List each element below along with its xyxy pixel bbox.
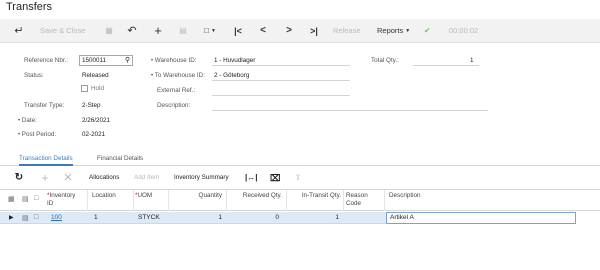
save-icon[interactable]: ▦ <box>103 19 115 43</box>
inventory-summary-button[interactable]: Inventory Summary <box>174 170 229 186</box>
column-header-received-qty[interactable]: Received Qty. <box>228 192 282 200</box>
received-qty-cell[interactable]: 0 <box>228 214 279 221</box>
back-icon[interactable]: ↵ <box>12 19 26 43</box>
reference-nbr-label: Reference Nbr.: <box>24 57 69 64</box>
column-divider <box>133 190 134 211</box>
uom-cell[interactable]: STYCK <box>138 214 160 221</box>
delete-row-icon[interactable]: ✕ <box>62 170 74 186</box>
to-warehouse-id-value: 2 - Göteborg <box>214 72 250 79</box>
external-ref-label: External Ref.: <box>157 87 196 94</box>
to-warehouse-id-label: To Warehouse ID: <box>151 72 205 79</box>
column-divider <box>168 190 169 211</box>
check-circle-icon: ✔ <box>424 26 431 35</box>
description-label: Description: <box>157 102 191 109</box>
reference-nbr-input[interactable]: 1500011 ⚲ <box>79 55 133 66</box>
reference-nbr-value: 1500011 <box>82 57 107 64</box>
column-divider <box>343 190 344 211</box>
warehouse-id-label: Warehouse ID: <box>151 57 197 64</box>
last-record-icon[interactable]: >| <box>308 19 320 43</box>
upload-icon[interactable]: ⇧ <box>293 170 303 186</box>
copy-paste-icon[interactable]: □ ▼ <box>201 19 219 43</box>
description-cell: Artikel A <box>390 214 414 221</box>
description-input[interactable] <box>212 100 488 111</box>
previous-record-icon[interactable]: < <box>258 19 268 43</box>
external-ref-input[interactable] <box>212 85 350 96</box>
column-header-reason-code[interactable]: Reason Code <box>346 192 370 208</box>
column-divider <box>384 190 385 211</box>
column-header-uom[interactable]: *UOM <box>135 192 152 200</box>
export-excel-icon[interactable]: ⌧ <box>270 170 280 186</box>
undo-icon[interactable]: ↶ <box>126 19 138 43</box>
total-qty-label: Total Qty.: <box>371 57 399 64</box>
search-icon[interactable]: ⚲ <box>125 56 130 65</box>
main-toolbar: ↵ Save & Close ▦ ↶ + ▤ □ ▼ |< < > >| Rele… <box>0 19 600 43</box>
column-header-quantity[interactable]: Quantity <box>170 192 222 200</box>
row-note-icon[interactable]: □ <box>34 214 38 221</box>
save-close-button[interactable]: Save & Close <box>40 19 85 43</box>
column-header-inventory-id[interactable]: *Inventory ID <box>47 192 81 208</box>
column-divider <box>87 190 88 211</box>
transfer-type-value[interactable]: 2-Step <box>82 102 101 109</box>
page-title: Transfers <box>6 1 53 13</box>
settings-grid-icon[interactable]: ▦ <box>8 195 15 203</box>
quantity-cell[interactable]: 1 <box>170 214 222 221</box>
status-label: Status: <box>24 72 44 79</box>
grid-header: ▦ ▤ □ *Inventory ID Location *UOM Quanti… <box>0 189 600 211</box>
timer-text: 00:00:02 <box>449 26 479 35</box>
location-cell[interactable]: 1 <box>94 214 98 221</box>
column-header-description[interactable]: Description <box>389 192 421 200</box>
warehouse-id-value: 1 - Huvudlager <box>214 57 256 64</box>
chevron-down-icon: ▼ <box>405 28 411 34</box>
hold-label: Hold <box>91 85 104 92</box>
note-icon: □ <box>34 195 39 202</box>
reports-label: Reports <box>377 26 404 35</box>
release-button[interactable]: Release <box>333 19 361 43</box>
hold-checkbox[interactable] <box>81 85 88 92</box>
detail-tabs: Transaction Details Financial Details <box>0 153 600 166</box>
column-header-location[interactable]: Location <box>92 192 116 200</box>
row-selector-icon[interactable]: ▶ <box>9 214 14 221</box>
add-icon[interactable]: + <box>152 19 164 43</box>
tab-transaction-details[interactable]: Transaction Details <box>19 155 73 166</box>
row-attachment-icon[interactable]: ▤ <box>22 214 29 222</box>
column-header-in-transit-qty[interactable]: In-Transit Qty. <box>288 192 341 200</box>
attachment-icon: ▤ <box>22 196 29 203</box>
inventory-id-link[interactable]: 100 <box>51 214 62 221</box>
description-cell-editor[interactable]: Artikel A <box>386 212 576 224</box>
status-value: Released <box>82 72 109 79</box>
add-row-icon[interactable]: + <box>39 170 51 186</box>
delete-icon[interactable]: ▤ <box>177 19 189 43</box>
tab-financial-details[interactable]: Financial Details <box>97 155 143 162</box>
post-period-field[interactable]: 02-2021 <box>82 131 105 138</box>
add-item-button[interactable]: Add Item <box>134 170 159 186</box>
table-row[interactable]: ▶ ▤ □ 100 1 STYCK 1 0 1 Artikel A <box>0 212 576 224</box>
grid-toolbar: ↻ + ✕ Allocations Add Item Inventory Sum… <box>0 170 600 186</box>
date-label: Date: <box>18 117 37 124</box>
refresh-icon[interactable]: ↻ <box>13 170 25 186</box>
reports-menu-button[interactable]: Reports ▼ <box>377 19 410 43</box>
first-record-icon[interactable]: |< <box>232 19 244 43</box>
in-transit-qty-cell[interactable]: 1 <box>288 214 339 221</box>
transfer-header-form: Reference Nbr.: 1500011 ⚲ Status: Releas… <box>0 44 600 152</box>
allocations-button[interactable]: Allocations <box>89 170 119 186</box>
column-divider <box>226 190 227 211</box>
transfer-type-label: Transfer Type: <box>24 102 65 109</box>
post-period-label: Post Period: <box>18 131 56 138</box>
column-divider <box>286 190 287 211</box>
date-field[interactable]: 2/26/2021 <box>82 117 110 124</box>
next-record-icon[interactable]: > <box>284 19 294 43</box>
fit-columns-icon[interactable]: |↔| <box>245 170 257 186</box>
total-qty-value: 1 <box>470 57 474 64</box>
